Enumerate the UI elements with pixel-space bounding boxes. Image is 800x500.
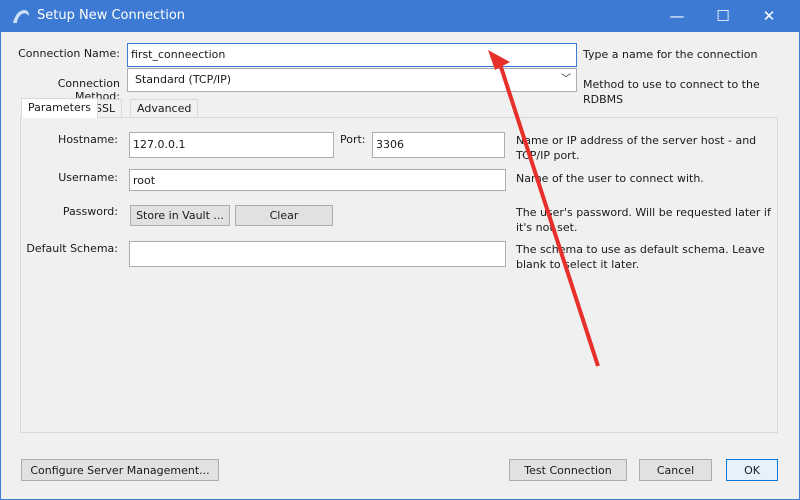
default-schema-input[interactable] — [129, 241, 506, 267]
parameters-panel — [20, 117, 778, 433]
chevron-down-icon: ﹀ — [561, 74, 571, 85]
connection-method-hint: Method to use to connect to the RDBMS — [583, 78, 760, 106]
cancel-button[interactable]: Cancel — [639, 459, 712, 481]
port-label: Port: — [340, 133, 366, 146]
connection-method-select[interactable]: Standard (TCP/IP) ﹀ — [127, 68, 577, 92]
connection-method-value: Standard (TCP/IP) — [135, 73, 232, 86]
configure-server-management-button[interactable]: Configure Server Management... — [21, 459, 219, 481]
hostname-input[interactable]: 127.0.0.1 — [129, 132, 334, 158]
password-label: Password: — [62, 205, 118, 218]
connection-name-label: Connection Name: — [18, 47, 120, 60]
connection-name-input[interactable]: first_conneection — [127, 43, 577, 67]
tab-advanced[interactable]: Advanced — [130, 99, 199, 118]
connection-name-hint: Type a name for the connection — [583, 48, 758, 61]
title-bar: Setup New Connection — ☐ ✕ — [0, 0, 800, 32]
default-schema-label: Default Schema: — [26, 242, 118, 255]
port-input[interactable]: 3306 — [372, 132, 505, 158]
tab-parameters[interactable]: Parameters — [21, 98, 98, 118]
username-hint: Name of the user to connect with. — [516, 172, 704, 185]
ok-button[interactable]: OK — [726, 459, 778, 481]
store-in-vault-button[interactable]: Store in Vault ... — [130, 205, 230, 226]
minimize-button[interactable]: — — [654, 0, 700, 32]
hostname-label: Hostname: — [58, 133, 118, 146]
mysql-dolphin-icon — [13, 10, 29, 23]
test-connection-button[interactable]: Test Connection — [509, 459, 627, 481]
close-button[interactable]: ✕ — [746, 0, 792, 32]
hostname-hint: Name or IP address of the server host - … — [516, 134, 757, 162]
username-label: Username: — [58, 171, 118, 184]
password-hint: The user's password. Will be requested l… — [516, 206, 771, 234]
clear-password-button[interactable]: Clear — [235, 205, 333, 226]
maximize-button[interactable]: ☐ — [700, 0, 746, 32]
window-title: Setup New Connection — [37, 8, 186, 23]
default-schema-hint: The schema to use as default schema. Lea… — [516, 243, 765, 271]
username-input[interactable]: root — [129, 169, 506, 191]
